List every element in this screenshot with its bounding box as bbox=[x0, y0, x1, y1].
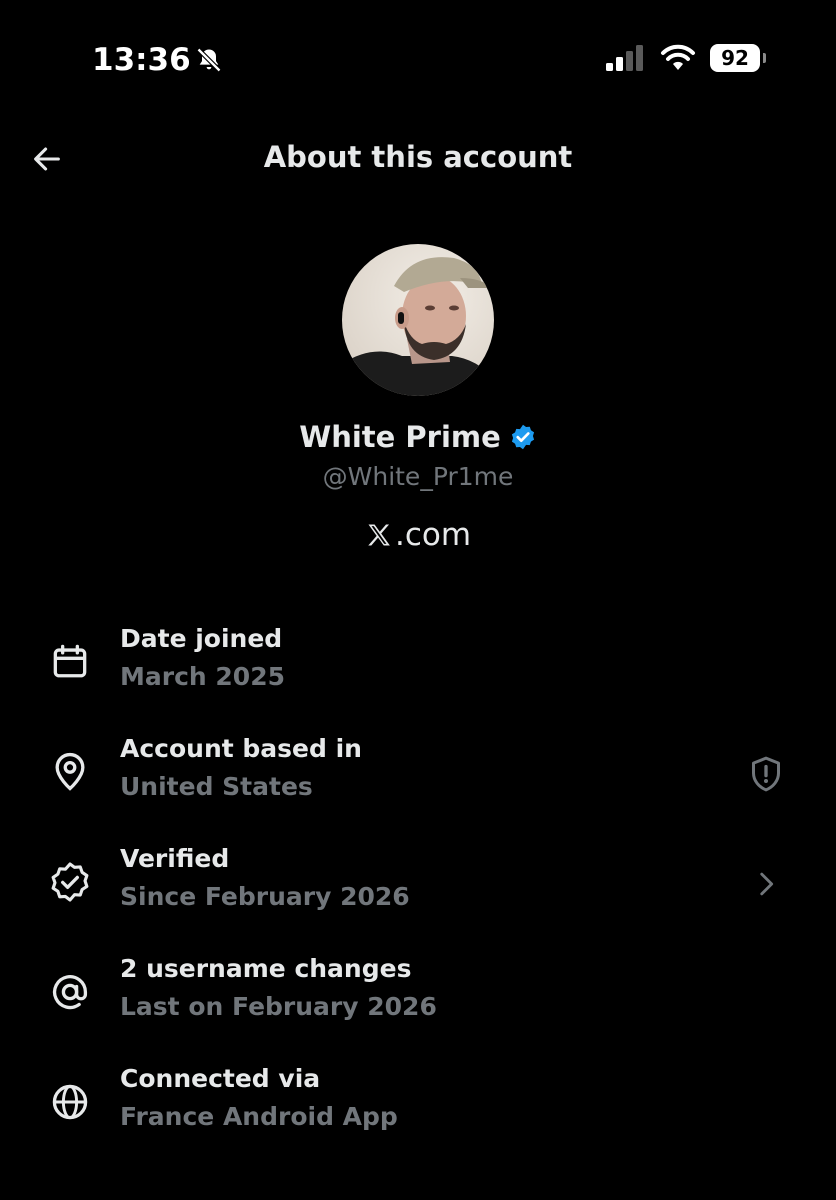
profile-handle: @White_Pr1me bbox=[322, 462, 514, 491]
status-indicators: 92 bbox=[606, 44, 766, 72]
page-title: About this account bbox=[263, 140, 573, 174]
calendar-icon bbox=[53, 644, 87, 678]
verified-badge-icon bbox=[511, 424, 534, 450]
site-suffix: .com bbox=[394, 517, 472, 553]
info-label: Date joined bbox=[120, 624, 283, 653]
x-logo-icon bbox=[368, 524, 390, 546]
info-label: Connected via bbox=[120, 1064, 321, 1093]
battery-level: 92 bbox=[721, 46, 749, 70]
info-row-account-based-in: Account based in United States bbox=[0, 734, 836, 834]
verified-badge-outline-icon bbox=[51, 862, 89, 902]
battery-indicator: 92 bbox=[710, 44, 766, 72]
status-time-text: 13:36 bbox=[92, 42, 191, 78]
globe-icon bbox=[52, 1084, 88, 1120]
info-value: March 2025 bbox=[120, 662, 285, 691]
info-value: United States bbox=[120, 772, 313, 801]
wifi-icon bbox=[661, 44, 695, 70]
info-label: Account based in bbox=[120, 734, 362, 763]
info-row-verified[interactable]: Verified Since February 2026 bbox=[0, 844, 836, 944]
info-row-connected-via: Connected via France Android App bbox=[0, 1064, 836, 1164]
at-sign-icon bbox=[52, 975, 88, 1010]
bell-muted-icon bbox=[196, 47, 221, 73]
location-info-button[interactable] bbox=[746, 754, 786, 794]
chevron-right-icon bbox=[760, 872, 774, 896]
info-row-username-changes: 2 username changes Last on February 2026 bbox=[0, 954, 836, 1054]
info-value: Since February 2026 bbox=[120, 882, 410, 911]
display-name: White Prime bbox=[299, 420, 501, 454]
shield-alert-icon bbox=[752, 756, 780, 792]
info-row-date-joined: Date joined March 2025 bbox=[0, 624, 836, 724]
info-value: France Android App bbox=[120, 1102, 398, 1131]
avatar-image bbox=[342, 244, 494, 396]
name-row: White Prime bbox=[0, 420, 836, 454]
signal-icon bbox=[606, 45, 643, 71]
avatar bbox=[342, 244, 494, 396]
location-pin-icon bbox=[55, 752, 85, 791]
about-account-screen: 13:36 92 About this account White Prime … bbox=[0, 0, 836, 1200]
info-label: 2 username changes bbox=[120, 954, 412, 983]
verified-details-button[interactable] bbox=[746, 864, 786, 904]
site-label: .com bbox=[0, 517, 836, 553]
status-time: 13:36 bbox=[92, 42, 223, 78]
info-label: Verified bbox=[120, 844, 230, 873]
info-value: Last on February 2026 bbox=[120, 992, 437, 1021]
